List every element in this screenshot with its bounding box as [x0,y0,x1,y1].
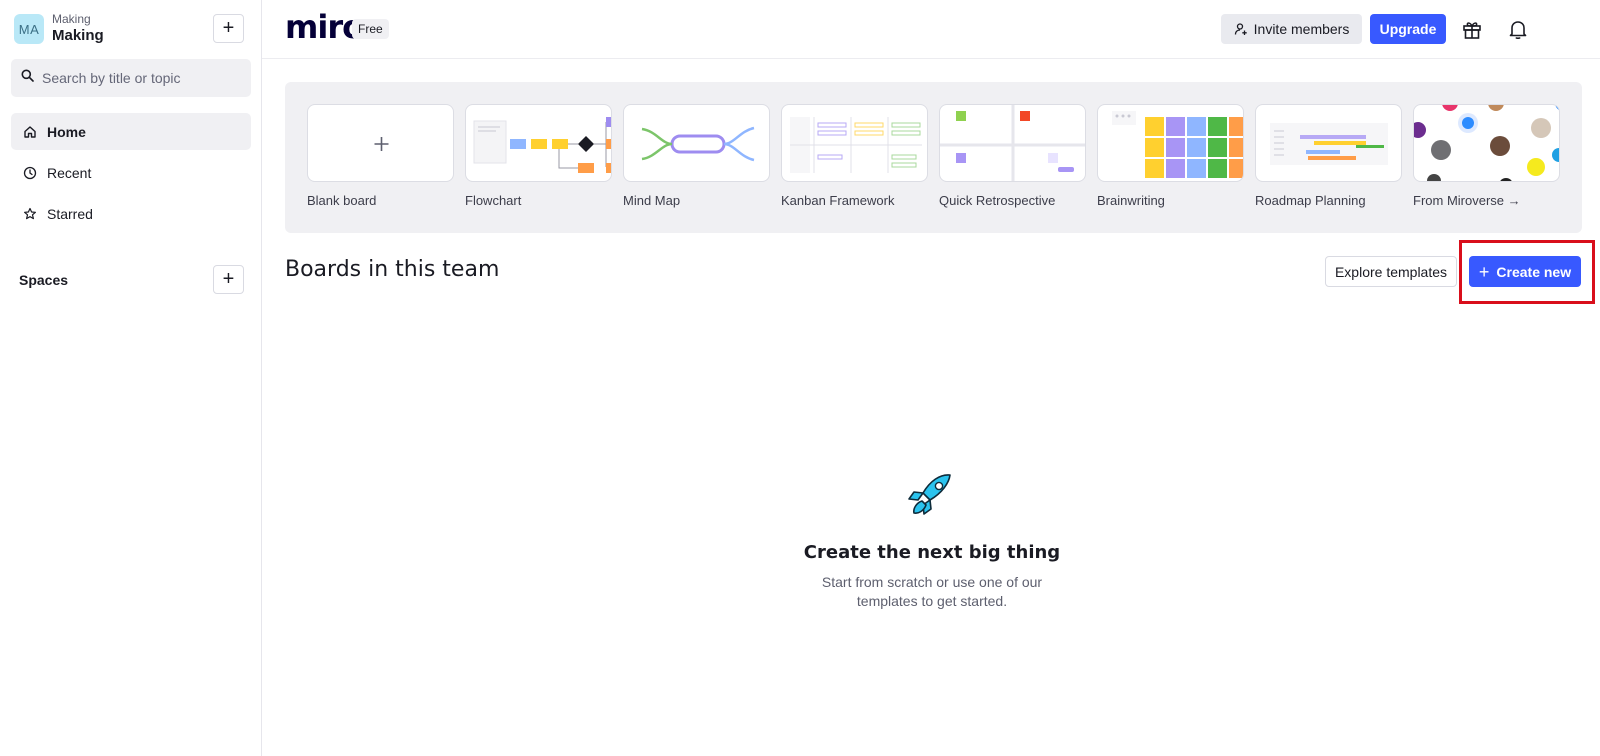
search-box[interactable] [11,59,251,97]
template-blank-board[interactable]: Blank board [307,104,454,208]
search-icon [21,69,34,87]
sidebar-item-home[interactable]: Home [11,113,251,150]
sidebar-item-starred[interactable]: Starred [11,195,251,232]
rocket-icon [903,466,961,524]
spaces-heading: Spaces [19,272,69,288]
template-label: Flowchart [465,193,522,208]
invite-members-button[interactable]: Invite members [1221,14,1362,44]
template-label: From Miroverse → [1413,193,1521,208]
sidebar-item-recent[interactable]: Recent [11,154,251,191]
template-from-miroverse[interactable]: From Miroverse → [1413,104,1560,208]
template-thumbnail[interactable] [939,104,1086,182]
create-new-button[interactable]: + Create new [1469,256,1581,287]
sidebar-nav: Home Recent Starred [11,113,251,236]
search-input[interactable] [42,70,242,86]
template-label: Mind Map [623,193,681,208]
template-kanban-framework[interactable]: Kanban Framework [781,104,928,208]
boards-heading: Boards in this team [285,257,500,282]
gift-icon[interactable] [1460,17,1484,41]
add-space-button[interactable]: + [213,265,244,294]
template-thumbnail[interactable] [307,104,454,182]
plan-badge: Free [352,19,389,39]
template-label: Roadmap Planning [1255,193,1366,208]
template-thumbnail[interactable] [1255,104,1402,182]
template-quick-retrospective[interactable]: Quick Retrospective [939,104,1086,208]
explore-templates-button[interactable]: Explore templates [1325,256,1457,287]
template-thumbnail[interactable] [623,104,770,182]
template-brainwriting[interactable]: Brainwriting [1097,104,1244,208]
template-thumbnail[interactable] [465,104,612,182]
create-new-label: Create new [1496,263,1572,280]
home-icon [23,125,37,139]
team-subtitle: Making [52,12,91,27]
sidebar-item-label: Recent [47,164,92,181]
add-user-icon [1234,22,1248,36]
kanban-thumbnail [790,117,922,173]
template-label: Kanban Framework [781,193,895,208]
template-label: Blank board [307,193,377,208]
empty-state-title: Create the next big thing [803,542,1061,563]
template-thumbnail[interactable] [781,104,928,182]
sidebar-item-label: Home [47,123,86,140]
clock-icon [23,166,37,180]
star-icon [23,207,37,221]
roadmap-thumbnail [1270,123,1388,165]
plus-icon [374,137,389,151]
header-divider [262,58,1600,59]
retro-thumbnail [940,105,1085,181]
invite-members-label: Invite members [1253,21,1350,37]
templates-strip: Blank board Flowchart Mind Map Kanban Fr… [285,82,1582,233]
template-flowchart[interactable]: Flowchart [465,104,612,208]
template-thumbnail[interactable] [1097,104,1244,182]
bell-icon[interactable] [1506,17,1530,41]
template-label: Brainwriting [1097,193,1165,208]
team-name: Making [52,27,104,45]
sidebar: MA Making Making + Home Recent [0,0,262,756]
team-switcher[interactable]: MA Making Making [14,13,244,45]
template-thumbnail[interactable] [1413,104,1560,182]
upgrade-button[interactable]: Upgrade [1370,14,1446,44]
flowchart-thumbnail [473,117,611,173]
team-avatar: MA [14,14,44,44]
brainwriting-thumbnail [1112,111,1243,178]
miroverse-thumbnail [1414,105,1559,181]
template-mind-map[interactable]: Mind Map [623,104,770,208]
template-label: Quick Retrospective [939,193,1056,208]
add-team-button[interactable]: + [213,14,244,43]
plus-icon: + [1478,261,1490,282]
template-roadmap-planning[interactable]: Roadmap Planning [1255,104,1402,208]
empty-state-description: Start from scratch or use one of our tem… [821,574,1043,609]
mindmap-thumbnail [641,126,755,162]
empty-state: Create the next big thing Start from scr… [762,466,1102,611]
sidebar-item-label: Starred [47,205,93,222]
